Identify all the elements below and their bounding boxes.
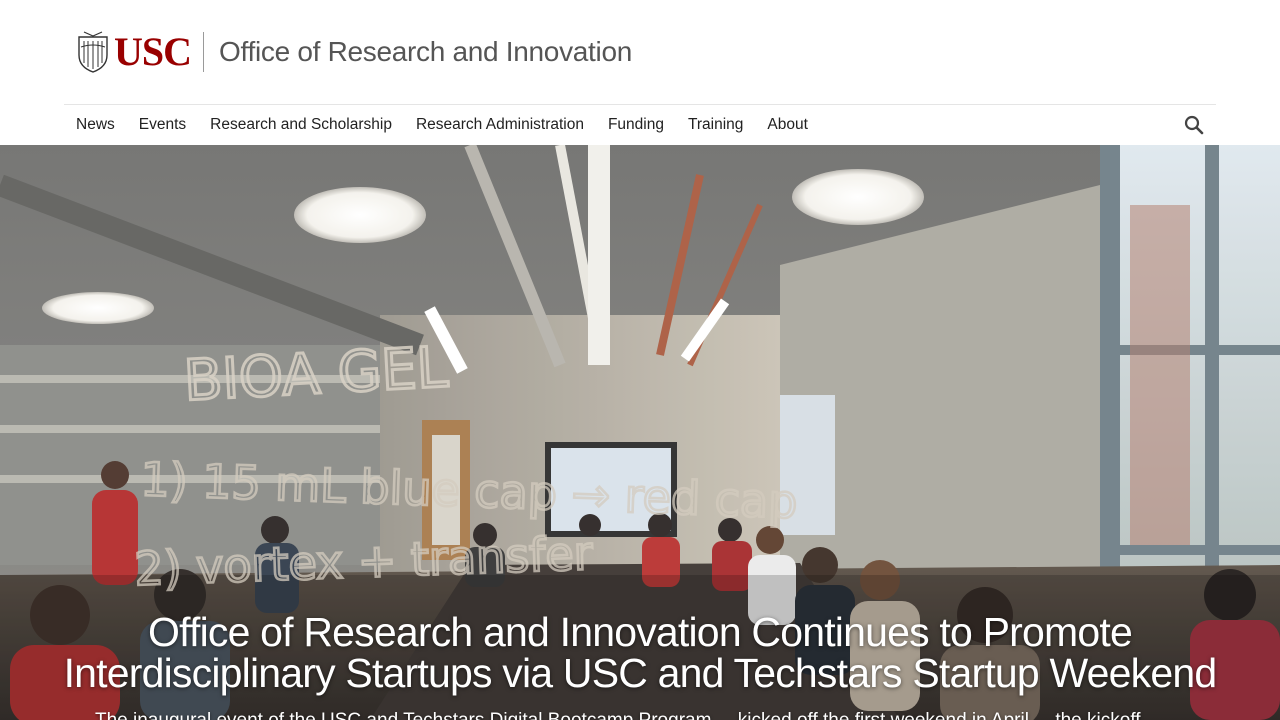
nav-item-events[interactable]: Events [127,105,198,145]
office-title[interactable]: Office of Research and Innovation [219,32,632,72]
site-header: USC Office of Research and Innovation [0,0,1280,104]
hero-title-line-2: Interdisciplinary Startups via USC and T… [63,650,1218,696]
nav-item-funding[interactable]: Funding [596,105,676,145]
home-logo-link[interactable]: USC Office of Research and Innovation [76,30,632,74]
nav-item-about[interactable]: About [755,105,820,145]
nav-item-news[interactable]: News [64,105,127,145]
nav-item-training[interactable]: Training [676,105,755,145]
nav-item-research-and-scholarship[interactable]: Research and Scholarship [198,105,404,145]
hero-title-line-1: Office of Research and Innovation Contin… [148,609,1133,655]
brand-divider [203,32,205,72]
hero-title[interactable]: Office of Research and Innovation Contin… [0,612,1280,694]
glass-writing-line: 1) 15 mL blue cap → red cap [140,452,799,529]
nav-item-research-administration[interactable]: Research Administration [404,105,596,145]
glass-writing-line: 2) vortex + transfer [133,526,593,596]
hero-banner[interactable]: BIOA GEL 1) 15 mL blue cap → red cap 2) … [0,145,1280,720]
search-icon[interactable] [1182,113,1206,137]
usc-seal-icon [78,31,108,73]
main-nav: News Events Research and Scholarship Res… [64,105,1216,145]
usc-wordmark: USC [114,29,192,74]
glass-writing-line: BIOA GEL [182,335,449,414]
hero-subtitle: The inaugural event of the USC and Techs… [95,710,1195,720]
